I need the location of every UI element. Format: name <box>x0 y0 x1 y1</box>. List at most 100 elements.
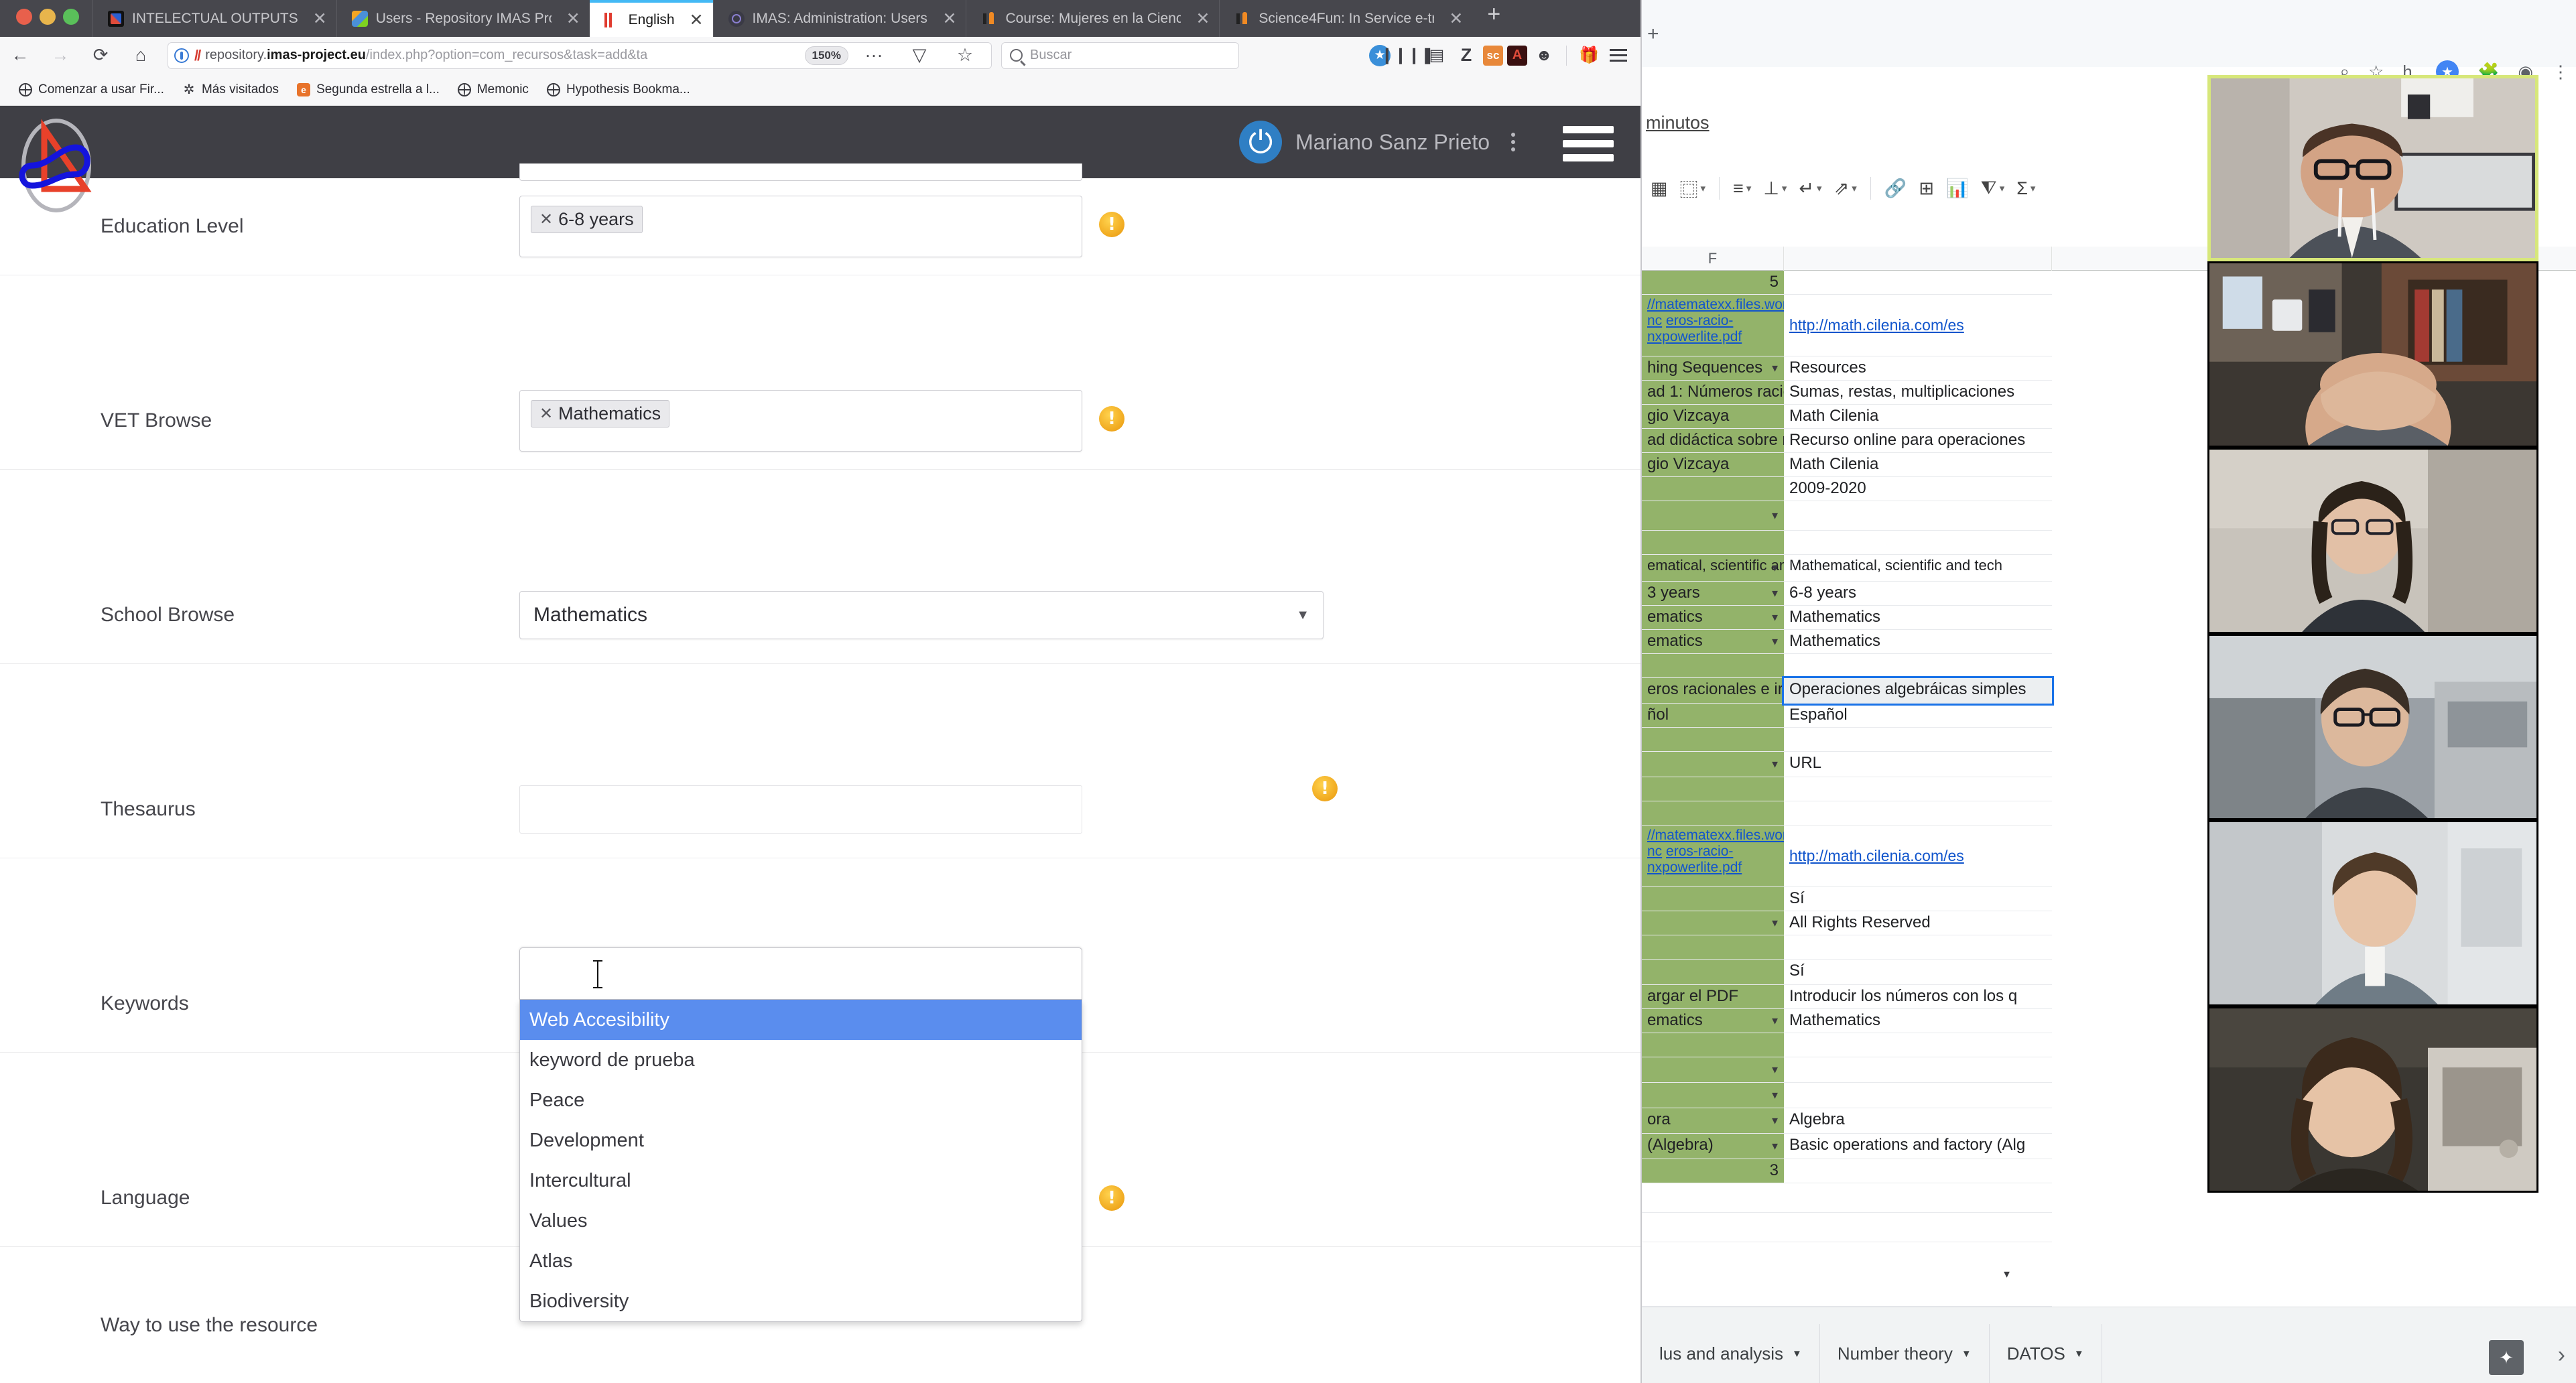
browser-tab-2-active[interactable]: English ✕ <box>589 0 713 37</box>
cell-right-blank[interactable] <box>1784 801 2052 826</box>
cell-right-1[interactable]: Resources <box>1784 356 2052 381</box>
close-tab-icon[interactable]: ✕ <box>313 9 327 29</box>
cell-left-2[interactable]: hing Sequences ▼ <box>1642 356 1784 381</box>
cell-left-22[interactable]: ora ▼ <box>1642 1108 1784 1134</box>
zotero-icon[interactable]: Z <box>1454 43 1479 68</box>
cell-left-blank[interactable] <box>1642 960 1784 985</box>
cell-blank[interactable] <box>1784 1213 2052 1242</box>
chevron-down-icon[interactable]: ▼ <box>1770 1090 1780 1101</box>
cell-right-3[interactable]: Math Cilenia <box>1784 405 2052 429</box>
cell-right-10[interactable]: Mathematics <box>1784 630 2052 654</box>
horizontal-align-icon[interactable]: ≡ ▾ <box>1728 176 1756 202</box>
acrobat-icon[interactable]: A <box>1507 45 1527 66</box>
chevron-down-icon[interactable]: ▼ <box>1770 363 1780 374</box>
cell-left-13[interactable]: ñol <box>1642 704 1784 728</box>
cell-right-6[interactable]: 2009-2020 <box>1784 477 2052 501</box>
cell-link[interactable]: eros-racio-nxpowerlite.pdf <box>1647 844 1742 875</box>
cell-left-3[interactable]: ad 1: Números racionales e irracionales <box>1642 381 1784 405</box>
cell-blank[interactable] <box>1642 1242 1784 1307</box>
token-chip[interactable]: ✕ 6-8 years <box>531 206 643 233</box>
cell-right-blank[interactable] <box>1784 1159 2052 1183</box>
cell-left-4[interactable]: gio Vizcaya <box>1642 405 1784 429</box>
insert-link-icon[interactable]: 🔗 <box>1880 175 1912 202</box>
cell-right-blank[interactable] <box>1784 1057 2052 1083</box>
back-icon[interactable]: ← <box>9 45 31 66</box>
chevron-down-icon[interactable]: ▼ <box>1770 917 1780 929</box>
cell-link[interactable]: http://math.cilenia.com/es <box>1789 847 1964 865</box>
cell-left-blank[interactable] <box>1642 887 1784 911</box>
bookmark-item-1[interactable]: ✲ Más visitados <box>174 80 287 100</box>
cell-right-21[interactable]: Basic operations and factory (Alg <box>1784 1134 2052 1159</box>
column-header-G[interactable] <box>1784 247 2052 271</box>
close-tab-icon[interactable]: ✕ <box>690 10 704 30</box>
cell-right-9[interactable]: Mathematics <box>1784 606 2052 630</box>
cell-left-blank[interactable] <box>1642 654 1784 678</box>
chevron-down-icon[interactable]: ▼ <box>1770 612 1780 623</box>
remove-token-icon[interactable]: ✕ <box>539 404 553 423</box>
cell-right-18[interactable]: Introducir los números con los q <box>1784 985 2052 1009</box>
cell-right-blank[interactable] <box>1784 1033 2052 1057</box>
bookmark-item-4[interactable]: Hypothesis Bookma... <box>539 80 698 100</box>
chevron-down-icon[interactable]: ▼ <box>2074 1348 2084 1360</box>
text-wrap-icon[interactable]: ↵ ▾ <box>1794 176 1826 202</box>
reader-mode-icon[interactable]: ▽ <box>908 45 931 66</box>
keyword-option-6[interactable]: Atlas <box>520 1241 1082 1281</box>
help-icon[interactable]: ! <box>1099 1185 1124 1211</box>
horizontal-scrollbar[interactable] <box>1642 1307 2576 1324</box>
functions-icon[interactable]: Σ ▾ <box>2012 176 2040 202</box>
bookmark-star-icon[interactable]: ☆ <box>954 45 976 66</box>
cell-left-21[interactable]: ▼ <box>1642 1083 1784 1108</box>
education-level-tokens[interactable]: ✕ 6-8 years <box>519 196 1082 257</box>
cell-left-14[interactable]: ▼ <box>1642 752 1784 777</box>
keyword-option-2[interactable]: Peace <box>520 1080 1082 1120</box>
keywords-dropdown[interactable]: Web Accesibility keyword de prueba Peace… <box>519 1000 1082 1322</box>
cell-link[interactable]: http://math.cilenia.com/es <box>1789 316 1964 334</box>
cell-left-6[interactable]: gio Vizcaya <box>1642 453 1784 477</box>
token-chip[interactable]: ✕ Mathematics <box>531 400 670 427</box>
cell-right-17[interactable]: Sí <box>1784 960 2052 985</box>
cell-right-blank[interactable] <box>1784 531 2052 555</box>
chevron-down-icon[interactable]: ▼ <box>1792 1348 1802 1360</box>
cell-left-blank[interactable] <box>1642 777 1784 801</box>
new-tab-button[interactable]: + <box>1472 1 1514 37</box>
expand-panel-chevron-icon[interactable]: › <box>2558 1342 2565 1368</box>
chevron-down-icon[interactable]: ▼ <box>1770 1064 1780 1075</box>
merge-cells-icon[interactable]: ⿴ ▾ <box>1675 173 1711 204</box>
cell-left-blank[interactable] <box>1642 531 1784 555</box>
window-controls[interactable] <box>0 9 92 37</box>
sc-icon[interactable]: sc <box>1483 45 1503 66</box>
keyword-option-1[interactable]: keyword de prueba <box>520 1040 1082 1080</box>
thesaurus-input[interactable] <box>519 785 1082 834</box>
chevron-down-icon[interactable]: ▼ <box>1770 1115 1780 1126</box>
column-header-F[interactable]: F <box>1642 247 1784 271</box>
url-bar[interactable]: // repository.imas-project.eu/index.php?… <box>168 42 992 69</box>
new-tab-button-sheets[interactable]: + <box>1647 23 1659 46</box>
home-icon[interactable]: ⌂ <box>129 45 152 66</box>
keyword-option-7[interactable]: Biodiversity <box>520 1281 1082 1321</box>
video-tile-participant-4[interactable] <box>2207 634 2538 820</box>
close-tab-icon[interactable]: ✕ <box>943 9 957 29</box>
cell-left-blank[interactable] <box>1642 801 1784 826</box>
chevron-down-icon[interactable]: ▼ <box>1770 562 1780 574</box>
keyword-option-0[interactable]: Web Accesibility <box>520 1000 1082 1040</box>
search-bar[interactable]: Buscar <box>1001 42 1239 69</box>
field-control[interactable]: ✕ 6-8 years <box>519 196 1082 257</box>
cell-url-left[interactable]: //matematexx.files.wordpress.com/2012/04… <box>1642 295 1784 356</box>
chevron-down-icon[interactable]: ▼ <box>1770 1140 1780 1152</box>
avatar[interactable]: ⏻ <box>1239 121 1283 163</box>
search-input[interactable]: Buscar <box>1030 48 1072 63</box>
cell-right-8[interactable]: 6-8 years <box>1784 582 2052 606</box>
field-control[interactable]: ✕ Mathematics <box>519 390 1082 452</box>
cell-left-11[interactable]: ematics ▼ <box>1642 630 1784 654</box>
cell-blank[interactable] <box>1642 1213 1784 1242</box>
browser-tab-4[interactable]: Course: Mujeres en la Ciencia ✕ <box>966 0 1219 37</box>
sheet-tab-2[interactable]: DATOS ▼ <box>1990 1324 2102 1383</box>
cell-selected[interactable]: Operaciones algebráicas simples <box>1782 676 2054 706</box>
remove-token-icon[interactable]: ✕ <box>539 210 553 229</box>
forward-icon[interactable]: → <box>49 45 72 66</box>
explore-icon[interactable]: ✦ <box>2489 1340 2524 1375</box>
bookmark-item-3[interactable]: Memonic <box>450 80 537 100</box>
cell-url2-right[interactable]: http://math.cilenia.com/es <box>1784 826 2052 887</box>
help-icon[interactable]: ! <box>1099 406 1124 432</box>
page-actions-icon[interactable]: ··· <box>862 45 885 66</box>
